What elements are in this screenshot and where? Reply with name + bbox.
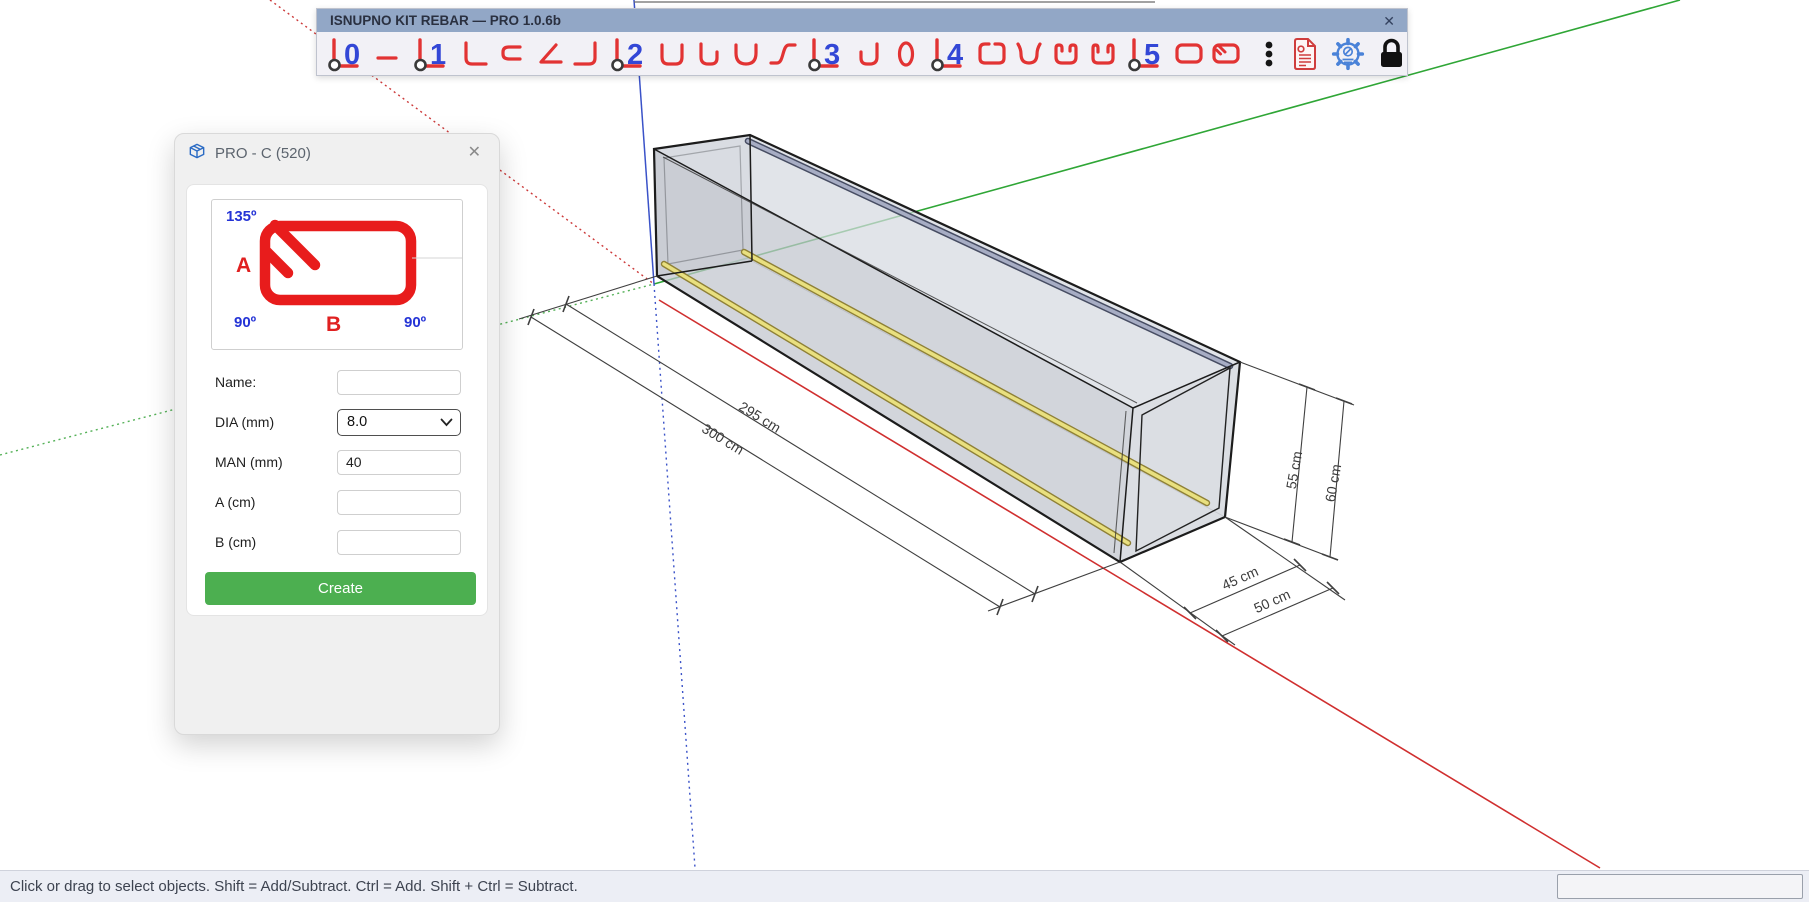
svg-text:4: 4 (947, 39, 963, 71)
rebar-straight-icon[interactable] (372, 34, 406, 74)
rebar-j-hook-icon[interactable] (692, 34, 726, 74)
lock-icon[interactable] (1374, 34, 1408, 74)
stirrup-diagram: 135º A 90º B 90º (211, 199, 463, 350)
name-label: Name: (215, 374, 337, 390)
rebar-u-flare-icon[interactable] (1012, 34, 1046, 74)
rebar-marker-1-icon[interactable]: 1 (409, 34, 455, 74)
b-input[interactable] (337, 530, 461, 555)
dia-label: DIA (mm) (215, 414, 337, 430)
rebar-u-square-icon[interactable] (655, 34, 689, 74)
rebar-j-hook-left-icon[interactable] (852, 34, 886, 74)
rebar-stirrup-closed-icon[interactable] (1172, 34, 1206, 74)
svg-text:2: 2 (627, 39, 643, 71)
rebar-toolbar: ISNUPNO KIT REBAR — PRO 1.0.6b ✕ 0 1 2 3 4 5 (316, 8, 1408, 76)
toolbar-close-icon[interactable]: ✕ (1381, 14, 1397, 28)
rebar-u-hooks-icon[interactable] (1049, 34, 1083, 74)
beam-3d (654, 135, 1240, 562)
create-button[interactable]: Create (205, 572, 476, 605)
rebar-shape-dialog: PRO - C (520) ✕ 135º A 90º B 90º Name: D… (174, 133, 500, 735)
a-input[interactable] (337, 490, 461, 515)
dia-select[interactable]: 8.0 (337, 409, 461, 436)
name-input[interactable] (337, 370, 461, 395)
rebar-l-bend-mirror-icon[interactable] (569, 34, 603, 74)
man-input[interactable] (337, 450, 461, 475)
toolbar-titlebar[interactable]: ISNUPNO KIT REBAR — PRO 1.0.6b ✕ (317, 9, 1407, 32)
rebar-marker-3-icon[interactable]: 3 (803, 34, 849, 74)
settings-gear-icon[interactable] (1330, 34, 1366, 74)
diagram-angle-90-right: 90º (404, 314, 426, 331)
rebar-c-hook-icon[interactable] (495, 34, 529, 74)
diagram-label-a: A (236, 254, 251, 278)
status-message: Click or drag to select objects. Shift =… (0, 871, 1809, 902)
status-bar: Click or drag to select objects. Shift =… (0, 870, 1809, 902)
diagram-angle-135: 135º (226, 208, 257, 225)
sketchup-logo-icon (187, 141, 207, 166)
dialog-header: PRO - C (520) ✕ (175, 134, 499, 172)
svg-text:5: 5 (1144, 39, 1160, 71)
rebar-loop-icon[interactable] (889, 34, 923, 74)
svg-text:1: 1 (430, 39, 446, 71)
dialog-close-icon[interactable]: ✕ (462, 144, 487, 162)
svg-text:3: 3 (824, 39, 840, 71)
rebar-marker-0-icon[interactable]: 0 (323, 34, 369, 74)
measurements-box[interactable] (1557, 874, 1803, 899)
rebar-marker-2-icon[interactable]: 2 (606, 34, 652, 74)
rebar-angle-icon[interactable] (532, 34, 566, 74)
rebar-stirrup-open-icon[interactable] (975, 34, 1009, 74)
dia-select-value: 8.0 (347, 414, 440, 430)
diagram-angle-90-left: 90º (234, 314, 256, 331)
dialog-card: 135º A 90º B 90º Name: DIA (mm) 8.0 (186, 184, 488, 616)
kebab-menu-icon[interactable] (1258, 34, 1280, 74)
rebar-marker-5-icon[interactable]: 5 (1123, 34, 1169, 74)
rebar-u-round-icon[interactable] (729, 34, 763, 74)
rebar-s-offset-icon[interactable] (766, 34, 800, 74)
report-document-icon[interactable] (1288, 34, 1322, 74)
dialog-title: PRO - C (520) (215, 145, 462, 162)
rebar-u-hooks-wide-icon[interactable] (1086, 34, 1120, 74)
rebar-marker-4-icon[interactable]: 4 (926, 34, 972, 74)
dialog-form: Name: DIA (mm) 8.0 MAN (mm) A (cm) (187, 350, 487, 556)
svg-text:0: 0 (344, 39, 360, 71)
man-label: MAN (mm) (215, 454, 337, 470)
rebar-l-bend-icon[interactable] (458, 34, 492, 74)
toolbar-title: ISNUPNO KIT REBAR — PRO 1.0.6b (330, 13, 1381, 28)
b-label: B (cm) (215, 534, 337, 550)
toolbar-icons: 0 1 2 3 4 5 (317, 32, 1407, 75)
rebar-stirrup-hook-icon[interactable] (1209, 34, 1243, 74)
diagram-label-b: B (326, 313, 341, 337)
a-label: A (cm) (215, 494, 337, 510)
chevron-down-icon (440, 418, 453, 427)
